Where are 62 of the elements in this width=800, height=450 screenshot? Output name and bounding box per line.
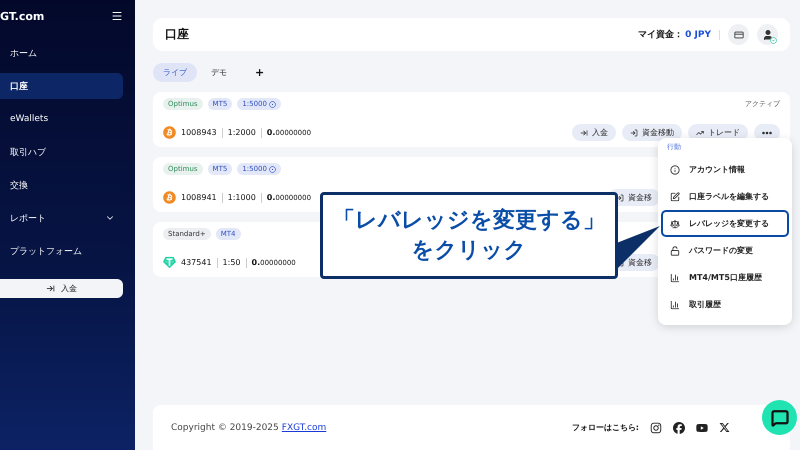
menu-icon[interactable] <box>111 10 123 22</box>
pencil-icon <box>670 192 680 202</box>
info-icon <box>670 164 680 174</box>
account-leverage: 1:2000 <box>228 128 256 137</box>
menu-item[interactable]: レバレッジを変更する <box>661 210 789 237</box>
profile-button[interactable] <box>757 24 778 45</box>
bar-chart-icon <box>670 272 680 282</box>
logo: GT.com <box>0 10 44 22</box>
instagram-icon[interactable] <box>650 422 662 434</box>
user-icon <box>762 28 774 40</box>
balance-value: 0 JPY <box>685 30 720 40</box>
transfer-button[interactable]: 資金移動 <box>622 124 682 141</box>
target-icon <box>268 166 276 172</box>
x-icon[interactable] <box>719 422 730 433</box>
balance-label: マイ資金： <box>638 28 684 41</box>
menu-item[interactable]: パスワードの変更 <box>661 237 789 264</box>
sidebar-item[interactable]: レポート <box>0 205 123 231</box>
arrow-icon <box>46 284 55 293</box>
arrow-icon <box>630 128 638 136</box>
account-leverage: 1:50 <box>222 258 241 267</box>
bitcoin-icon <box>163 126 176 139</box>
account-number: 1008943 <box>181 128 217 137</box>
arrow-icon <box>616 194 624 202</box>
account-leverage: 1:1000 <box>228 193 256 202</box>
bar-chart-icon <box>670 300 680 310</box>
account-number: 1008941 <box>181 193 217 202</box>
card-icon <box>734 30 744 40</box>
follow-label: フォローはこちら: <box>572 422 639 433</box>
arrow-icon <box>580 128 588 136</box>
card-button[interactable] <box>728 24 749 45</box>
account-number: 437541 <box>181 258 212 267</box>
deposit-button[interactable]: 入金 <box>0 279 123 298</box>
tether-icon <box>163 256 176 269</box>
menu-item[interactable]: アカウント情報 <box>661 156 789 183</box>
chat-icon <box>770 408 788 426</box>
callout-text: 「レバレッジを変更する」 <box>333 206 605 234</box>
sidebar-item[interactable]: 口座 <box>0 73 123 99</box>
site-link[interactable]: FXGT.com <box>282 422 326 432</box>
padlock-icon <box>670 246 680 256</box>
sidebar-item[interactable]: 取引ハブ <box>0 139 123 165</box>
menu-item[interactable]: MT4/MT5口座履歴 <box>661 264 789 291</box>
scale-icon <box>670 218 680 228</box>
callout-text: をクリック <box>412 236 526 264</box>
deposit-button[interactable]: 入金 <box>572 124 616 141</box>
sidebar-item[interactable]: プラットフォーム <box>0 238 123 264</box>
bitcoin-icon <box>163 191 176 204</box>
sidebar-item[interactable]: ホーム <box>0 40 123 66</box>
trend-icon <box>696 128 704 136</box>
sidebar-item[interactable]: eWallets <box>0 106 123 132</box>
check-badge-icon <box>770 37 777 44</box>
page-title: 口座 <box>165 26 189 43</box>
account-tab[interactable]: デモ <box>201 63 237 82</box>
menu-item[interactable]: 取引履歴 <box>661 291 789 318</box>
facebook-icon[interactable] <box>673 422 685 434</box>
target-icon <box>268 100 276 108</box>
copyright-text: Copyright © 2019-2025 FXGT.com <box>171 422 326 432</box>
chat-button[interactable] <box>762 400 797 435</box>
add-tab-button[interactable]: + <box>251 66 268 79</box>
youtube-icon[interactable] <box>696 422 708 434</box>
sidebar-item[interactable]: 交換 <box>0 172 123 198</box>
menu-item[interactable]: 口座ラベルを編集する <box>661 183 789 210</box>
account-tab[interactable]: ライブ <box>153 63 197 82</box>
